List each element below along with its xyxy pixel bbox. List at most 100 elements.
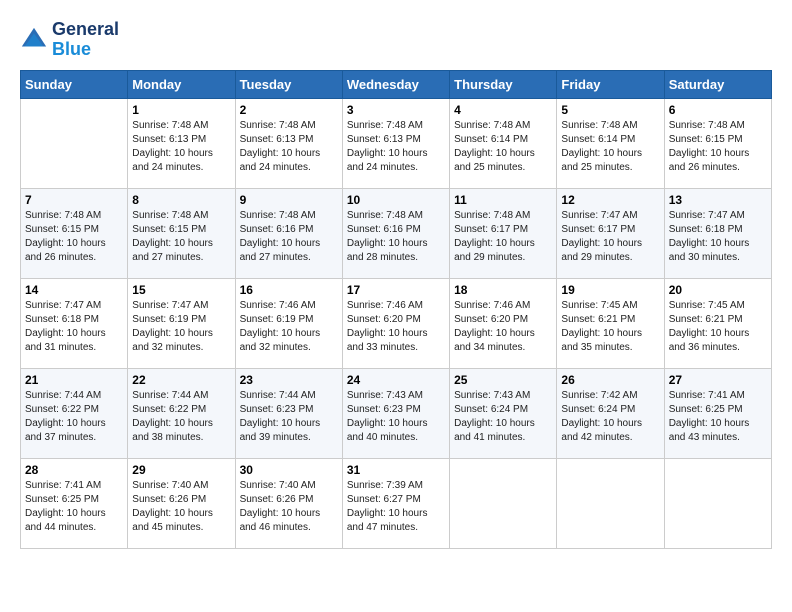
day-info: Sunrise: 7:48 AMSunset: 6:13 PMDaylight:… [347, 119, 445, 175]
day-number: 20 [669, 283, 767, 297]
calendar-cell: 27 Sunrise: 7:41 AMSunset: 6:25 PMDayligh… [664, 368, 771, 458]
day-info: Sunrise: 7:48 AMSunset: 6:15 PMDaylight:… [132, 209, 230, 265]
calendar-cell: 24Sunrise: 7:43 AMSunset: 6:23 PMDayligh… [342, 368, 449, 458]
logo-icon [20, 26, 48, 54]
day-number: 26 [561, 373, 659, 387]
day-info: Sunrise: 7:48 AMSunset: 6:16 PMDaylight:… [240, 209, 338, 265]
calendar-cell: 20 Sunrise: 7:45 AMSunset: 6:21 PMDayligh… [664, 278, 771, 368]
day-info: Sunrise: 7:48 AMSunset: 6:16 PMDaylight:… [347, 209, 445, 265]
day-info: Sunrise: 7:48 AMSunset: 6:14 PMDaylight:… [454, 119, 552, 175]
day-number: 4 [454, 103, 552, 117]
day-info: Sunrise: 7:46 AMSunset: 6:19 PMDaylight:… [240, 299, 338, 355]
calendar-cell: 10 Sunrise: 7:48 AMSunset: 6:16 PMDayligh… [342, 188, 449, 278]
day-number: 5 [561, 103, 659, 117]
day-number: 27 [669, 373, 767, 387]
page-header: General Blue [20, 20, 772, 60]
day-info: Sunrise: 7:47 AMSunset: 6:19 PMDaylight:… [132, 299, 230, 355]
day-number: 3 [347, 103, 445, 117]
logo: General Blue [20, 20, 119, 60]
calendar-cell: 6 Sunrise: 7:48 AMSunset: 6:15 PMDaylight… [664, 98, 771, 188]
calendar-week-row: 14Sunrise: 7:47 AMSunset: 6:18 PMDayligh… [21, 278, 772, 368]
calendar-cell: 11 Sunrise: 7:48 AMSunset: 6:17 PMDayligh… [450, 188, 557, 278]
day-info: Sunrise: 7:47 AMSunset: 6:18 PMDaylight:… [669, 209, 767, 265]
calendar-cell: 16 Sunrise: 7:46 AMSunset: 6:19 PMDayligh… [235, 278, 342, 368]
calendar-cell: 18Sunrise: 7:46 AMSunset: 6:20 PMDayligh… [450, 278, 557, 368]
calendar-cell: 7Sunrise: 7:48 AMSunset: 6:15 PMDaylight… [21, 188, 128, 278]
day-number: 11 [454, 193, 552, 207]
day-info: Sunrise: 7:46 AMSunset: 6:20 PMDaylight:… [454, 299, 552, 355]
day-info: Sunrise: 7:41 AMSunset: 6:25 PMDaylight:… [669, 389, 767, 445]
day-number: 2 [240, 103, 338, 117]
day-info: Sunrise: 7:46 AMSunset: 6:20 PMDaylight:… [347, 299, 445, 355]
calendar-cell: 1 Sunrise: 7:48 AMSunset: 6:13 PMDaylight… [128, 98, 235, 188]
day-number: 16 [240, 283, 338, 297]
logo-text: General Blue [52, 20, 119, 60]
day-number: 25 [454, 373, 552, 387]
day-number: 1 [132, 103, 230, 117]
calendar-cell: 21Sunrise: 7:44 AMSunset: 6:22 PMDayligh… [21, 368, 128, 458]
day-info: Sunrise: 7:40 AMSunset: 6:26 PMDaylight:… [240, 479, 338, 535]
calendar-cell: 4 Sunrise: 7:48 AMSunset: 6:14 PMDaylight… [450, 98, 557, 188]
day-number: 31 [347, 463, 445, 477]
day-number: 19 [561, 283, 659, 297]
day-number: 8 [132, 193, 230, 207]
calendar-cell: 2 Sunrise: 7:48 AMSunset: 6:13 PMDaylight… [235, 98, 342, 188]
day-info: Sunrise: 7:40 AMSunset: 6:26 PMDaylight:… [132, 479, 230, 535]
column-header-monday: Monday [128, 70, 235, 98]
day-number: 15 [132, 283, 230, 297]
calendar-cell: 8 Sunrise: 7:48 AMSunset: 6:15 PMDaylight… [128, 188, 235, 278]
calendar-cell: 3 Sunrise: 7:48 AMSunset: 6:13 PMDaylight… [342, 98, 449, 188]
day-number: 10 [347, 193, 445, 207]
calendar-week-row: 7Sunrise: 7:48 AMSunset: 6:15 PMDaylight… [21, 188, 772, 278]
calendar-cell: 29 Sunrise: 7:40 AMSunset: 6:26 PMDayligh… [128, 458, 235, 548]
day-info: Sunrise: 7:41 AMSunset: 6:25 PMDaylight:… [25, 479, 123, 535]
calendar-cell: 15 Sunrise: 7:47 AMSunset: 6:19 PMDayligh… [128, 278, 235, 368]
day-info: Sunrise: 7:44 AMSunset: 6:22 PMDaylight:… [25, 389, 123, 445]
day-number: 30 [240, 463, 338, 477]
calendar-week-row: 1 Sunrise: 7:48 AMSunset: 6:13 PMDaylight… [21, 98, 772, 188]
day-number: 6 [669, 103, 767, 117]
day-number: 29 [132, 463, 230, 477]
calendar-cell: 5 Sunrise: 7:48 AMSunset: 6:14 PMDaylight… [557, 98, 664, 188]
calendar-week-row: 21Sunrise: 7:44 AMSunset: 6:22 PMDayligh… [21, 368, 772, 458]
calendar-cell: 23Sunrise: 7:44 AMSunset: 6:23 PMDayligh… [235, 368, 342, 458]
day-info: Sunrise: 7:47 AMSunset: 6:18 PMDaylight:… [25, 299, 123, 355]
calendar-cell: 28 Sunrise: 7:41 AMSunset: 6:25 PMDayligh… [21, 458, 128, 548]
day-info: Sunrise: 7:48 AMSunset: 6:15 PMDaylight:… [25, 209, 123, 265]
day-info: Sunrise: 7:48 AMSunset: 6:13 PMDaylight:… [240, 119, 338, 175]
day-info: Sunrise: 7:44 AMSunset: 6:22 PMDaylight:… [132, 389, 230, 445]
calendar-cell [557, 458, 664, 548]
calendar-cell [664, 458, 771, 548]
calendar-cell: 14Sunrise: 7:47 AMSunset: 6:18 PMDayligh… [21, 278, 128, 368]
day-number: 17 [347, 283, 445, 297]
calendar-cell: 17 Sunrise: 7:46 AMSunset: 6:20 PMDayligh… [342, 278, 449, 368]
calendar-header-row: SundayMondayTuesdayWednesdayThursdayFrid… [21, 70, 772, 98]
day-info: Sunrise: 7:45 AMSunset: 6:21 PMDaylight:… [669, 299, 767, 355]
day-info: Sunrise: 7:43 AMSunset: 6:24 PMDaylight:… [454, 389, 552, 445]
day-number: 22 [132, 373, 230, 387]
day-number: 23 [240, 373, 338, 387]
column-header-friday: Friday [557, 70, 664, 98]
day-info: Sunrise: 7:45 AMSunset: 6:21 PMDaylight:… [561, 299, 659, 355]
calendar-cell: 30 Sunrise: 7:40 AMSunset: 6:26 PMDayligh… [235, 458, 342, 548]
day-info: Sunrise: 7:48 AMSunset: 6:13 PMDaylight:… [132, 119, 230, 175]
calendar-cell: 31Sunrise: 7:39 AMSunset: 6:27 PMDayligh… [342, 458, 449, 548]
calendar-cell [21, 98, 128, 188]
calendar-cell: 26Sunrise: 7:42 AMSunset: 6:24 PMDayligh… [557, 368, 664, 458]
day-number: 12 [561, 193, 659, 207]
column-header-tuesday: Tuesday [235, 70, 342, 98]
calendar-cell: 12 Sunrise: 7:47 AMSunset: 6:17 PMDayligh… [557, 188, 664, 278]
day-info: Sunrise: 7:47 AMSunset: 6:17 PMDaylight:… [561, 209, 659, 265]
day-number: 28 [25, 463, 123, 477]
calendar-cell: 9 Sunrise: 7:48 AMSunset: 6:16 PMDaylight… [235, 188, 342, 278]
calendar-cell: 25 Sunrise: 7:43 AMSunset: 6:24 PMDayligh… [450, 368, 557, 458]
calendar-cell [450, 458, 557, 548]
day-info: Sunrise: 7:48 AMSunset: 6:14 PMDaylight:… [561, 119, 659, 175]
column-header-wednesday: Wednesday [342, 70, 449, 98]
day-info: Sunrise: 7:48 AMSunset: 6:17 PMDaylight:… [454, 209, 552, 265]
column-header-saturday: Saturday [664, 70, 771, 98]
calendar-cell: 19 Sunrise: 7:45 AMSunset: 6:21 PMDayligh… [557, 278, 664, 368]
day-info: Sunrise: 7:48 AMSunset: 6:15 PMDaylight:… [669, 119, 767, 175]
day-number: 9 [240, 193, 338, 207]
day-info: Sunrise: 7:43 AMSunset: 6:23 PMDaylight:… [347, 389, 445, 445]
